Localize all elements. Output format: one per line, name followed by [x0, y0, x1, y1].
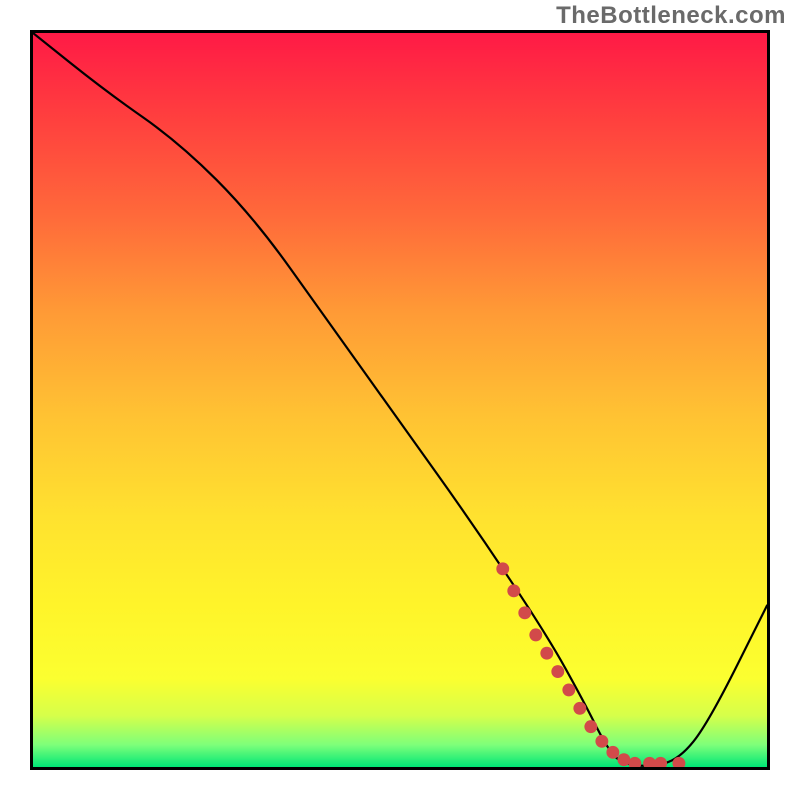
watermark-text: TheBottleneck.com: [556, 2, 786, 30]
highlight-dot: [617, 753, 630, 766]
highlight-dot: [551, 665, 564, 678]
highlight-dot: [628, 757, 641, 767]
highlight-dot: [540, 647, 553, 660]
highlight-dot: [496, 562, 509, 575]
highlight-dots: [496, 562, 685, 767]
highlight-dot: [573, 702, 586, 715]
highlight-dot: [606, 746, 619, 759]
highlight-dot: [529, 628, 542, 641]
plot-frame: [30, 30, 770, 770]
highlight-dot: [507, 584, 520, 597]
highlight-dot: [562, 683, 575, 696]
highlight-dot: [584, 720, 597, 733]
highlight-dot: [518, 606, 531, 619]
chart-stage: TheBottleneck.com: [0, 0, 800, 800]
highlight-dot: [643, 757, 656, 767]
highlight-dot: [595, 735, 608, 748]
highlight-dot: [654, 757, 667, 767]
chart-overlay: [33, 33, 767, 767]
curve-line: [33, 33, 767, 766]
